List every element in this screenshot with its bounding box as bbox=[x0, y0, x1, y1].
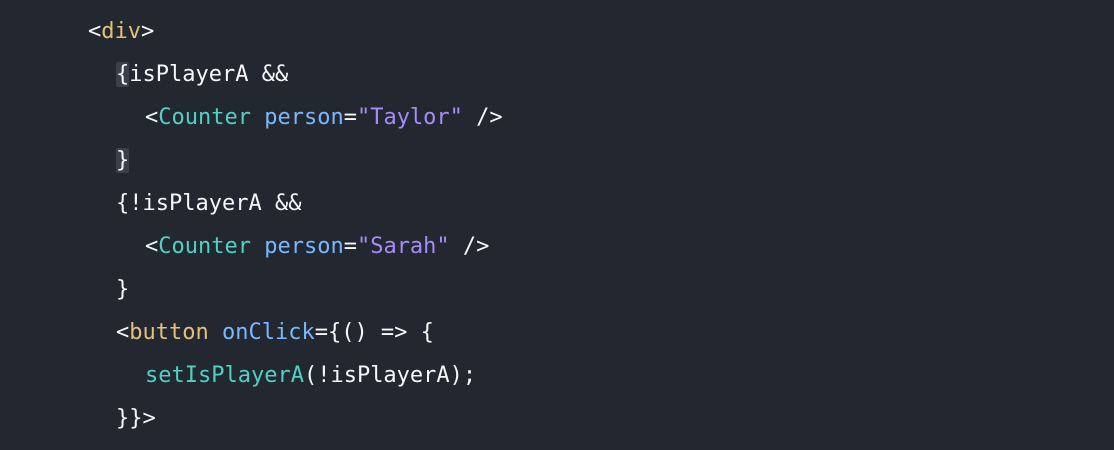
code-token: /> bbox=[449, 234, 490, 259]
code-token: } bbox=[116, 277, 130, 302]
code-line: {!isPlayerA && bbox=[0, 182, 301, 225]
code-token: "Taylor" bbox=[356, 105, 463, 130]
code-token: ); bbox=[449, 363, 477, 388]
code-line: } bbox=[0, 268, 129, 311]
code-token: && bbox=[248, 62, 289, 87]
code-line: <div> bbox=[0, 10, 154, 53]
code-token: = bbox=[343, 105, 357, 130]
code-token: { bbox=[116, 62, 130, 87]
code-line: <Counter person="Taylor" /> bbox=[0, 96, 503, 139]
code-token: setIsPlayerA bbox=[145, 363, 304, 388]
code-token: Counter bbox=[158, 105, 251, 130]
code-token: "Sarah" bbox=[356, 234, 450, 259]
code-token: /> bbox=[462, 105, 503, 130]
code-token: < bbox=[145, 105, 159, 130]
code-token: Counter bbox=[158, 234, 251, 259]
code-line: <button onClick={() => { bbox=[0, 311, 434, 354]
code-token: < bbox=[88, 19, 102, 44]
code-token: person bbox=[264, 105, 344, 130]
code-token: && bbox=[261, 191, 302, 216]
code-token: isPlayerA bbox=[330, 363, 450, 388]
code-token: (! bbox=[303, 363, 331, 388]
code-line: }}> bbox=[0, 397, 156, 440]
code-line: <Counter person="Sarah" /> bbox=[0, 225, 489, 268]
code-token: > bbox=[141, 19, 155, 44]
code-token: div bbox=[101, 19, 141, 44]
code-line: {isPlayerA && bbox=[0, 53, 288, 96]
code-token: = bbox=[343, 234, 357, 259]
code-token: }}> bbox=[116, 406, 156, 431]
code-line: } bbox=[0, 139, 130, 182]
code-token: isPlayerA bbox=[129, 62, 249, 87]
code-line: setIsPlayerA(!isPlayerA); bbox=[0, 354, 476, 397]
code-token: ={() => { bbox=[314, 320, 434, 345]
code-token: < bbox=[145, 234, 159, 259]
code-editor: <div> {isPlayerA && <Counter person="Tay… bbox=[0, 0, 1114, 450]
code-token: isPlayerA bbox=[142, 191, 262, 216]
code-token: } bbox=[116, 148, 130, 173]
code-token: < bbox=[116, 320, 130, 345]
code-token: person bbox=[264, 234, 344, 259]
code-token: button bbox=[129, 320, 209, 345]
code-token: onClick bbox=[221, 320, 315, 345]
code-token: {! bbox=[116, 191, 143, 216]
